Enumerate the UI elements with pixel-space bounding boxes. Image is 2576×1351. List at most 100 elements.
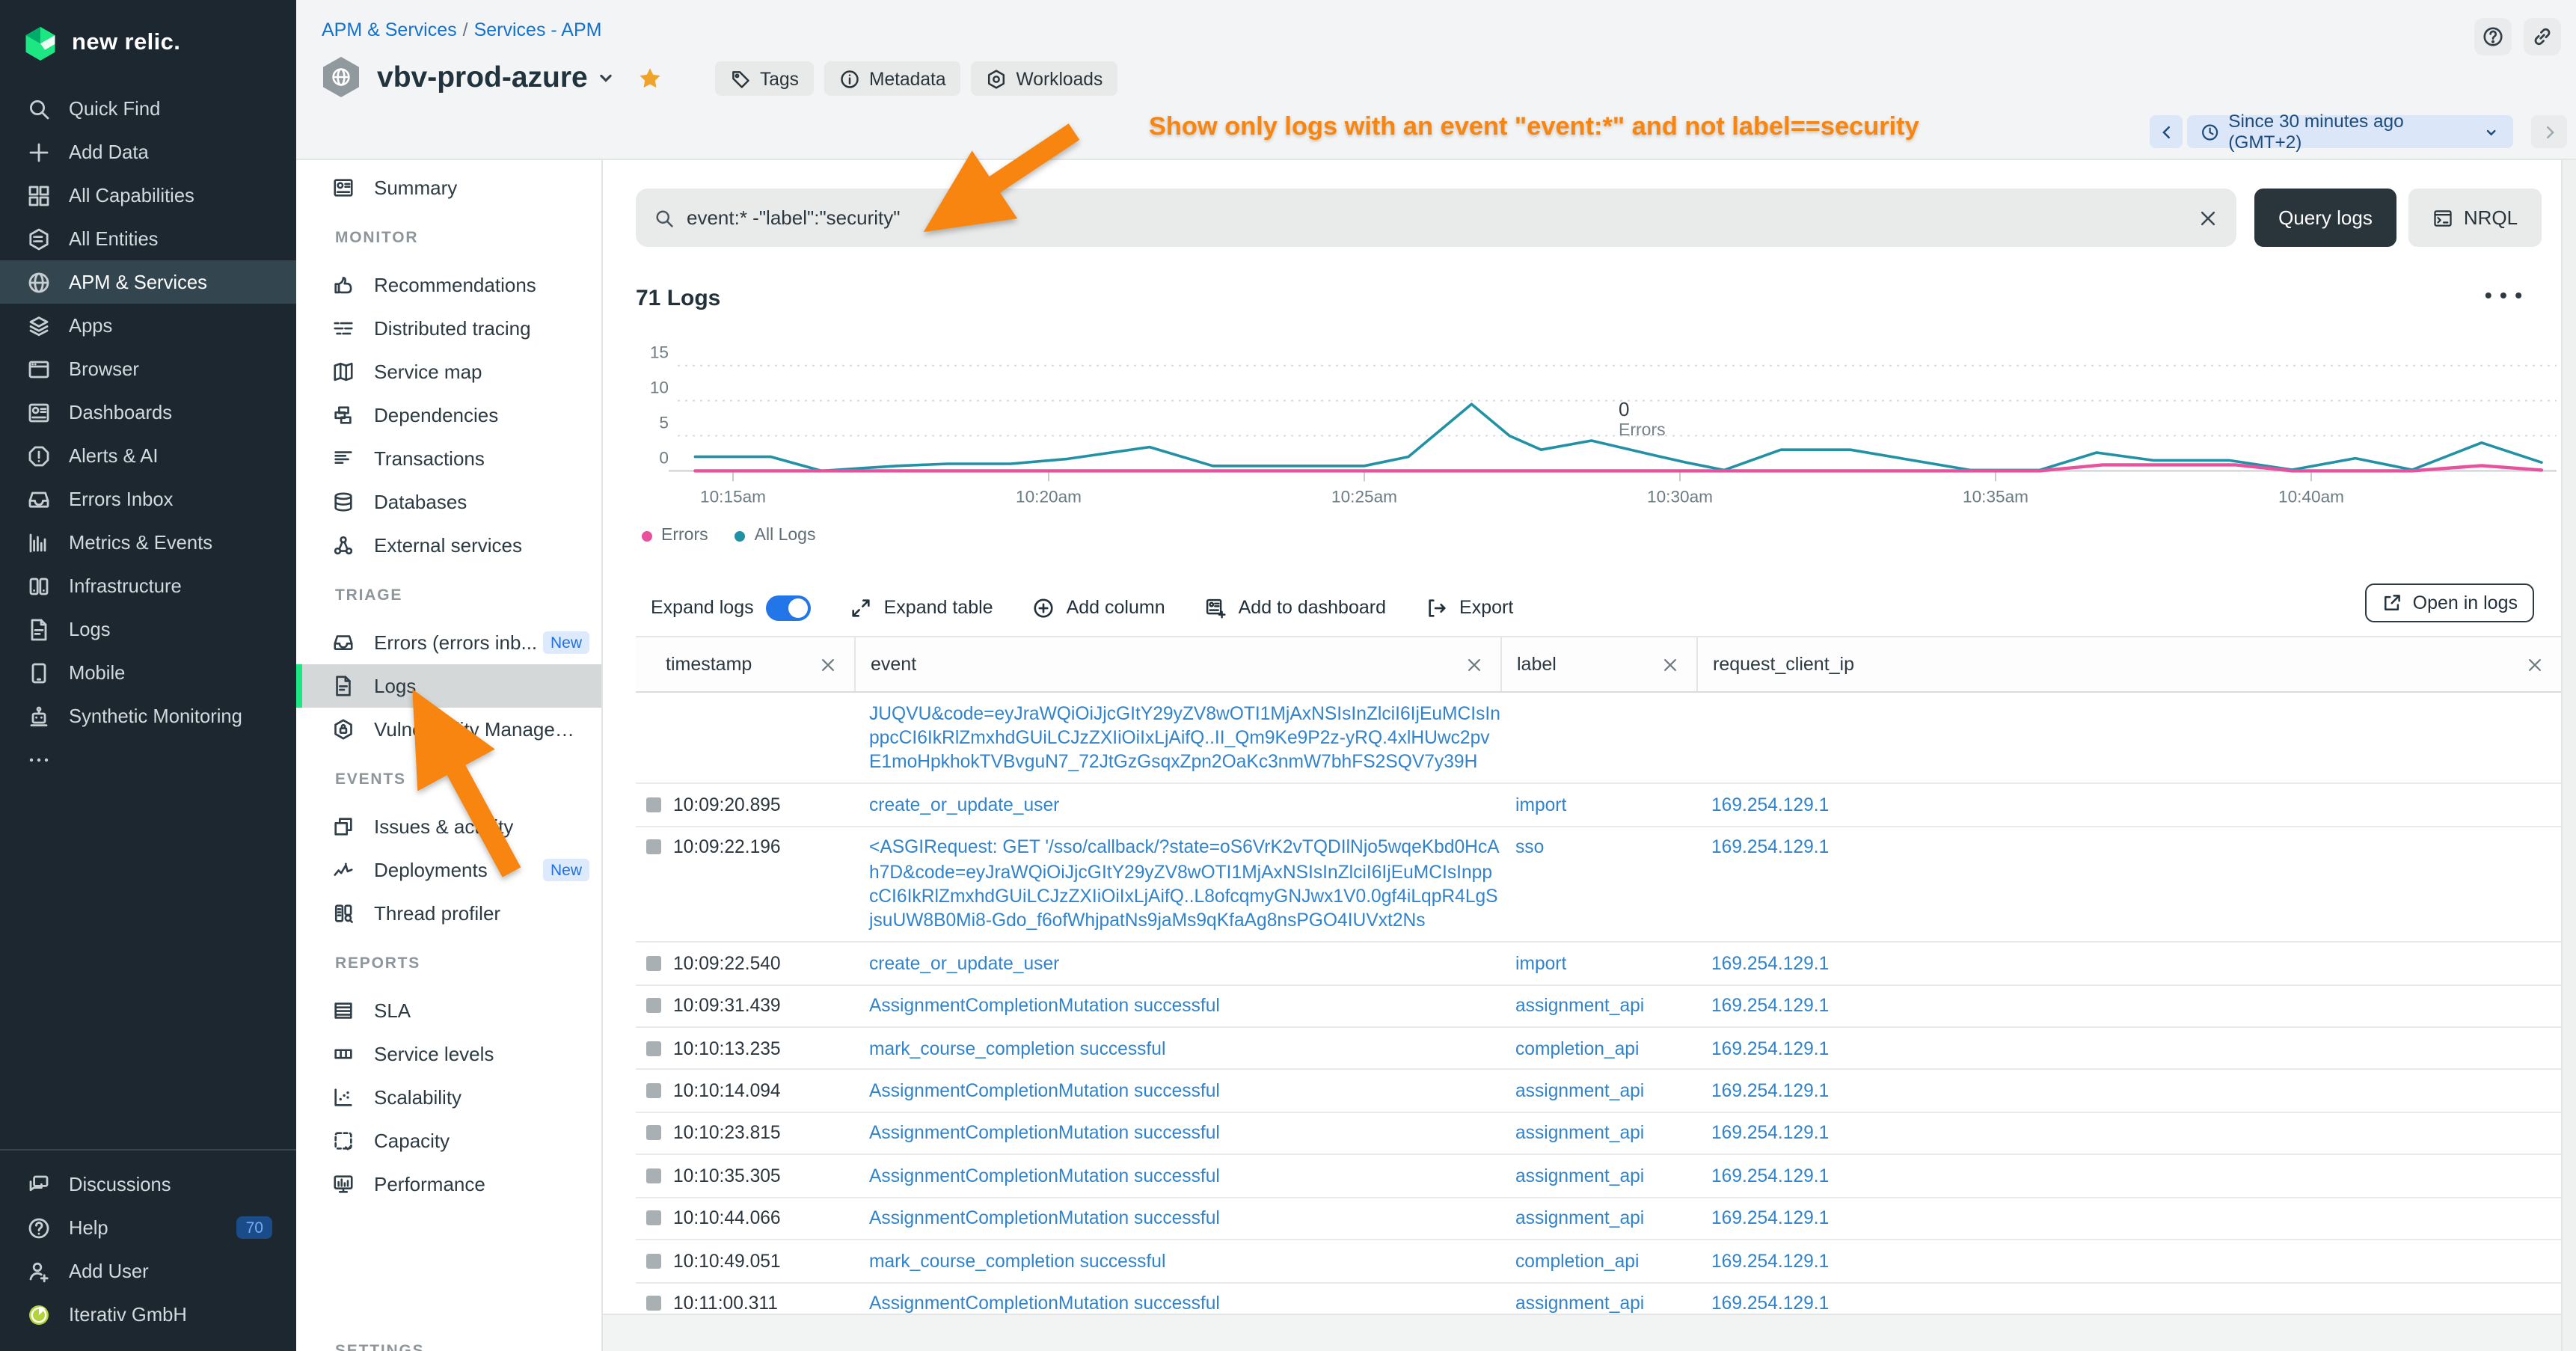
time-range-button[interactable]: Since 30 minutes ago (GMT+2) [2187,115,2513,148]
table-row[interactable]: 10:09:22.540create_or_update_userimport1… [636,943,2561,986]
nav-item-summary[interactable]: Summary [296,166,601,209]
sidebar-item-apm-services[interactable]: APM & Services [0,260,296,304]
new-relic-logo[interactable]: new relic. [0,0,296,66]
nav-item-issues-activity[interactable]: Issues & activity [296,805,601,848]
table-row[interactable]: 10:10:35.305AssignmentCompletionMutation… [636,1156,2561,1198]
expand-logs-toggle[interactable] [766,595,811,620]
chart-more-menu[interactable]: • • • [2485,283,2525,307]
event-link[interactable]: create_or_update_user [869,953,1059,974]
breadcrumb-link-services-apm[interactable]: Services - APM [474,19,602,40]
label-link[interactable]: import [1515,953,1566,974]
add-column-button[interactable]: Add column [1032,596,1165,619]
nav-item-sla[interactable]: SLA [296,989,601,1032]
ip-link[interactable]: 169.254.129.1 [1711,836,1829,857]
label-link[interactable]: assignment_api [1515,1123,1644,1144]
event-link[interactable]: mark_course_completion successful [869,1250,1165,1271]
row-select-icon[interactable] [646,998,661,1013]
sidebar-item-all-capabilities[interactable]: All Capabilities [0,174,296,217]
ip-link[interactable]: 169.254.129.1 [1711,1038,1829,1059]
row-select-icon[interactable] [646,1210,661,1225]
legend-item-errors[interactable]: Errors [642,527,708,545]
favorite-star-icon[interactable] [637,65,663,91]
column-close-icon[interactable] [1662,656,1678,673]
logs-search-input[interactable] [687,206,2198,229]
sidebar-item-mobile[interactable]: Mobile [0,651,296,694]
row-select-icon[interactable] [646,956,661,971]
nrql-button[interactable]: NRQL [2408,189,2542,247]
table-row[interactable]: 10:10:13.235mark_course_completion succe… [636,1028,2561,1070]
ip-link[interactable]: 169.254.129.1 [1711,794,1829,815]
entity-chevron-down-icon[interactable] [595,67,616,88]
event-link[interactable]: JUQVU&code=eyJraWQiOiJjcGItY29yZV8wOTI1M… [869,702,1500,773]
label-link[interactable]: assignment_api [1515,1080,1644,1101]
sidebar-item-discussions[interactable]: Discussions [0,1162,296,1206]
nav-item-distributed-tracing[interactable]: Distributed tracing [296,307,601,350]
row-select-icon[interactable] [646,1126,661,1141]
add-to-dashboard-button[interactable]: Add to dashboard [1204,596,1386,619]
nav-item-errors-errors-inb[interactable]: Errors (errors inb...New [296,621,601,664]
table-row[interactable]: 10:10:44.066AssignmentCompletionMutation… [636,1198,2561,1240]
table-row[interactable]: 10:09:22.196<ASGIRequest: GET '/sso/call… [636,827,2561,943]
sidebar-item-alerts-ai[interactable]: Alerts & AI [0,434,296,477]
table-row[interactable]: 10:10:23.815AssignmentCompletionMutation… [636,1113,2561,1156]
ip-link[interactable]: 169.254.129.1 [1711,953,1829,974]
nav-item-vulnerability-management[interactable]: Vulnerability Management [296,708,601,751]
time-forward-button[interactable] [2531,115,2567,148]
nav-item-logs[interactable]: Logs [296,664,601,708]
sidebar-item-quick-find[interactable]: Quick Find [0,87,296,130]
table-row[interactable]: JUQVU&code=eyJraWQiOiJjcGItY29yZV8wOTI1M… [636,693,2561,784]
legend-item-all-logs[interactable]: All Logs [735,527,816,545]
label-link[interactable]: assignment_api [1515,1293,1644,1314]
clear-search-icon[interactable] [2198,207,2218,228]
sidebar-item-browser[interactable]: Browser [0,347,296,390]
ip-link[interactable]: 169.254.129.1 [1711,1250,1829,1271]
label-link[interactable]: assignment_api [1515,1207,1644,1228]
nav-item-service-levels[interactable]: Service levels [296,1032,601,1076]
sidebar-item-apps[interactable]: Apps [0,304,296,347]
sidebar-item-infrastructure[interactable]: Infrastructure [0,564,296,607]
expand-table-button[interactable]: Expand table [850,596,993,619]
table-row[interactable]: 10:09:31.439AssignmentCompletionMutation… [636,985,2561,1028]
export-button[interactable]: Export [1425,596,1513,619]
nav-item-external-services[interactable]: External services [296,524,601,567]
breadcrumb-link-apm-services[interactable]: APM & Services [322,19,457,40]
row-select-icon[interactable] [646,1083,661,1098]
event-link[interactable]: AssignmentCompletionMutation successful [869,1165,1220,1186]
column-close-icon[interactable] [1466,656,1482,673]
event-link[interactable]: create_or_update_user [869,794,1059,815]
nav-item-transactions[interactable]: Transactions [296,437,601,480]
help-button[interactable] [2474,18,2512,55]
sidebar-item-add-data[interactable]: Add Data [0,130,296,174]
event-link[interactable]: <ASGIRequest: GET '/sso/callback/?state=… [869,836,1500,931]
nav-item-scalability[interactable]: Scalability [296,1076,601,1119]
event-link[interactable]: mark_course_completion successful [869,1038,1165,1059]
nav-item-performance[interactable]: Performance [296,1162,601,1206]
sidebar-item-help[interactable]: Help70 [0,1206,296,1249]
nav-item-dependencies[interactable]: Dependencies [296,393,601,437]
label-link[interactable]: completion_api [1515,1038,1639,1059]
row-select-icon[interactable] [646,1168,661,1183]
event-link[interactable]: AssignmentCompletionMutation successful [869,1293,1220,1314]
sidebar-item-errors-inbox[interactable]: Errors Inbox [0,477,296,521]
row-select-icon[interactable] [646,1296,661,1311]
ip-link[interactable]: 169.254.129.1 [1711,1080,1829,1101]
tags-button[interactable]: Tags [715,61,814,96]
sidebar-item-all-entities[interactable]: All Entities [0,217,296,260]
label-link[interactable]: assignment_api [1515,1165,1644,1186]
row-select-icon[interactable] [646,839,661,854]
query-logs-button[interactable]: Query logs [2254,189,2396,247]
nav-item-capacity[interactable]: Capacity [296,1119,601,1162]
event-link[interactable]: AssignmentCompletionMutation successful [869,1080,1220,1101]
workloads-button[interactable]: Workloads [972,61,1118,96]
sidebar-item-dashboards[interactable]: Dashboards [0,390,296,434]
sidebar-item-more[interactable] [0,738,296,781]
ip-link[interactable]: 169.254.129.1 [1711,1207,1829,1228]
metadata-button[interactable]: Metadata [824,61,961,96]
table-row[interactable]: 10:09:20.895create_or_update_userimport1… [636,784,2561,827]
label-link[interactable]: import [1515,794,1566,815]
sidebar-item-logs[interactable]: Logs [0,607,296,651]
row-select-icon[interactable] [646,797,661,812]
entity-title[interactable]: vbv-prod-azure [377,61,588,95]
page-scrollbar[interactable] [2561,160,2576,1351]
table-row[interactable]: 10:10:49.051mark_course_completion succe… [636,1240,2561,1283]
